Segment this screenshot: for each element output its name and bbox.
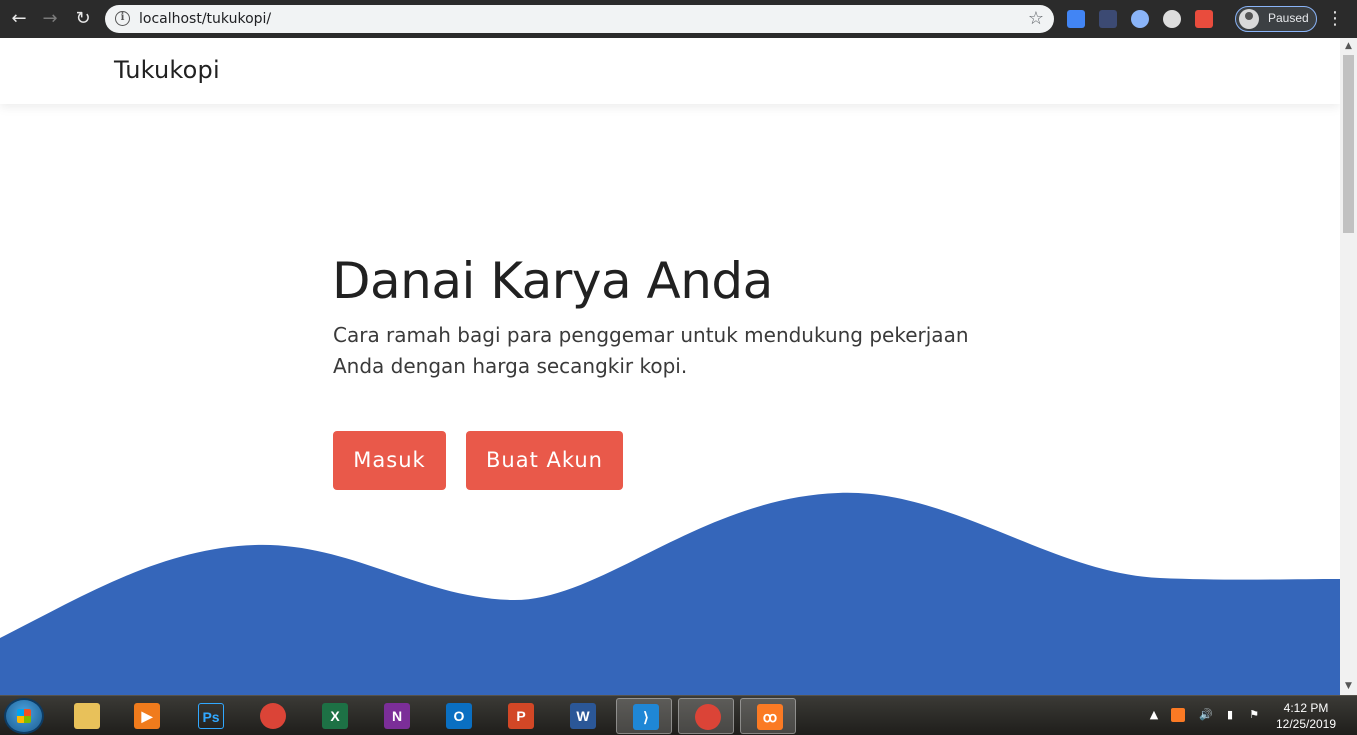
taskbar-file-explorer[interactable] [58, 698, 114, 734]
clock-date: 12/25/2019 [1275, 717, 1337, 731]
hero-subtitle: Cara ramah bagi para penggemar untuk men… [333, 323, 969, 378]
volume-icon[interactable]: 🔊 [1199, 708, 1213, 722]
chrome-icon [695, 704, 721, 730]
extension-icon[interactable] [1099, 10, 1117, 28]
action-center-flag-icon[interactable]: ⚑ [1247, 708, 1261, 722]
media-player-icon: ▶ [134, 703, 160, 729]
taskbar-chrome-active[interactable] [678, 698, 734, 734]
scroll-thumb[interactable] [1343, 55, 1354, 233]
taskbar-onenote[interactable]: N [368, 698, 424, 734]
word-icon: W [570, 703, 596, 729]
taskbar-word[interactable]: W [554, 698, 610, 734]
photoshop-icon: Ps [198, 703, 224, 729]
profile-button[interactable]: Paused [1235, 6, 1317, 32]
folder-icon [74, 703, 100, 729]
address-bar[interactable]: i localhost/tukukopi/ ☆ [105, 5, 1054, 33]
xampp-tray-icon[interactable] [1171, 708, 1185, 722]
scroll-up-icon[interactable]: ▲ [1340, 38, 1357, 55]
browser-toolbar: ← → ↻ i localhost/tukukopi/ ☆ Paused ⋮ [0, 0, 1357, 38]
forward-arrow-icon[interactable]: → [39, 8, 61, 30]
url-text[interactable]: localhost/tukukopi/ [139, 11, 271, 27]
taskbar-xampp[interactable]: ꝏ [740, 698, 796, 734]
circle-extension-icon[interactable] [1131, 10, 1149, 28]
taskbar-media-player[interactable]: ▶ [118, 698, 174, 734]
vscode-icon: ⟩ [633, 704, 659, 730]
more-menu-icon[interactable]: ⋮ [1326, 9, 1344, 29]
screen-recorder-icon[interactable] [1195, 10, 1213, 28]
site-navbar: Tukukopi [0, 38, 1340, 104]
page-viewport: Tukukopi Danai Karya Anda Cara ramah bag… [0, 38, 1340, 695]
profile-status-label: Paused [1268, 11, 1309, 25]
reload-icon[interactable]: ↻ [72, 8, 94, 30]
brand-logo-link[interactable]: Tukukopi [114, 56, 220, 84]
powerpoint-icon: P [508, 703, 534, 729]
taskbar-powerpoint[interactable]: P [492, 698, 548, 734]
show-hidden-icons-icon[interactable]: ▲ [1147, 708, 1161, 722]
chrome-icon [260, 703, 286, 729]
clock-time: 4:12 PM [1283, 701, 1329, 715]
excel-icon: X [322, 703, 348, 729]
system-clock[interactable]: 4:12 PM 12/25/2019 [1270, 700, 1342, 732]
taskbar: ▶ Ps X N O P W ⟩ ꝏ ▲ 🔊 ▮ ⚑ 4:12 PM 12/25… [0, 695, 1357, 735]
back-arrow-icon[interactable]: ← [8, 8, 30, 30]
scroll-down-icon[interactable]: ▼ [1340, 678, 1357, 695]
site-info-icon[interactable]: i [115, 11, 130, 26]
taskbar-photoshop[interactable]: Ps [182, 698, 238, 734]
start-button[interactable] [4, 698, 44, 734]
avatar [1239, 9, 1259, 29]
taskbar-outlook[interactable]: O [430, 698, 486, 734]
taskbar-chrome[interactable] [244, 698, 300, 734]
hero-title: Danai Karya Anda [332, 252, 773, 310]
xampp-icon: ꝏ [757, 704, 783, 730]
bookmark-star-icon[interactable]: ☆ [1028, 8, 1044, 29]
vertical-scrollbar[interactable]: ▲ ▼ [1340, 38, 1357, 695]
network-signal-icon[interactable]: ▮ [1223, 708, 1237, 722]
onenote-icon: N [384, 703, 410, 729]
taskbar-vscode[interactable]: ⟩ [616, 698, 672, 734]
wave-shape [0, 492, 1340, 695]
outlook-icon: O [446, 703, 472, 729]
decorative-wave [0, 492, 1340, 695]
google-translate-icon[interactable] [1067, 10, 1085, 28]
taskbar-excel[interactable]: X [306, 698, 362, 734]
react-devtools-icon[interactable] [1163, 10, 1181, 28]
